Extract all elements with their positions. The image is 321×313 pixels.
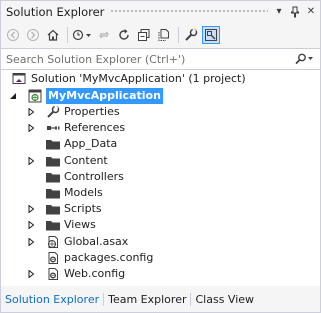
title-bar: Solution Explorer ▾ ✕	[1, 1, 320, 22]
pin-icon[interactable]	[288, 4, 302, 20]
expand-arrow-icon[interactable]	[26, 104, 36, 120]
tree-item[interactable]: Content	[1, 153, 320, 169]
tab-team-explorer[interactable]: Team Explorer	[104, 291, 190, 308]
tree-item[interactable]: Properties	[1, 104, 320, 120]
wrench-icon	[45, 104, 61, 120]
tree-item-label: Models	[64, 186, 103, 199]
tab-class-view[interactable]: Class View	[191, 291, 258, 308]
bottom-tab-strip: Solution Explorer Team Explorer Class Vi…	[1, 289, 320, 310]
collapse-all-button[interactable]	[135, 26, 153, 44]
folder-icon	[45, 169, 61, 185]
tree-item[interactable]: App_Data	[1, 136, 320, 152]
show-all-files-icon	[158, 29, 169, 41]
forward-button[interactable]	[24, 26, 42, 44]
tree-item-label: Content	[64, 153, 108, 167]
expand-arrow-icon[interactable]	[26, 234, 36, 250]
search-input[interactable]	[1, 49, 290, 69]
forward-icon	[27, 29, 39, 41]
global-asax-icon	[45, 234, 61, 250]
folder-icon	[45, 153, 61, 169]
back-button[interactable]	[4, 26, 22, 44]
tree-item[interactable]: Models	[1, 185, 320, 201]
tree-item-label: Properties	[64, 105, 120, 118]
search-options-button[interactable]	[290, 53, 320, 65]
collapse-arrow-icon[interactable]	[8, 88, 18, 104]
expand-arrow-icon[interactable]	[26, 201, 36, 217]
tree-row-solution[interactable]: Solution 'MyMvcApplication' (1 project)	[1, 71, 320, 87]
preview-icon	[205, 29, 217, 41]
history-icon	[72, 29, 91, 41]
toolbar	[1, 23, 320, 47]
sync-with-active-document-button[interactable]	[95, 26, 113, 44]
tree-item[interactable]: Controllers	[1, 169, 320, 185]
wrench-icon	[185, 28, 198, 41]
tree-item-label: Scripts	[64, 202, 102, 216]
expand-arrow-icon[interactable]	[26, 153, 36, 169]
tree-row-project[interactable]: MyMvcApplication	[1, 88, 320, 104]
search-icon	[295, 53, 313, 65]
tree-item-label: Controllers	[64, 169, 124, 183]
tree-item[interactable]: Web.config	[1, 266, 320, 282]
solution-icon	[11, 71, 27, 87]
refresh-button[interactable]	[115, 26, 133, 44]
toolbar-separator	[178, 27, 179, 43]
web-project-icon	[27, 88, 43, 104]
tree-item[interactable]: Scripts	[1, 201, 320, 217]
home-button[interactable]	[44, 26, 62, 44]
back-icon	[7, 29, 19, 41]
tree-item-label: App_Data	[64, 137, 118, 151]
close-icon[interactable]: ✕	[304, 4, 318, 20]
search-bar	[1, 48, 320, 70]
preview-selected-items-button[interactable]	[202, 26, 220, 44]
expand-arrow-icon[interactable]	[26, 266, 36, 282]
tree-item[interactable]: Views	[1, 217, 320, 233]
folder-icon	[45, 185, 61, 201]
references-icon	[45, 120, 61, 136]
tree-item-label: packages.config	[64, 250, 154, 264]
expand-arrow-icon[interactable]	[26, 120, 36, 136]
window-position-dropdown-icon[interactable]: ▾	[272, 4, 286, 20]
folder-icon	[45, 217, 61, 233]
tree-item[interactable]: packages.config	[1, 250, 320, 266]
tree-item-label: Web.config	[64, 267, 126, 280]
pending-changes-filter-button[interactable]	[71, 26, 93, 44]
show-all-files-button[interactable]	[155, 26, 173, 44]
title-grip[interactable]	[110, 9, 268, 14]
panel-title: Solution Explorer	[6, 4, 105, 19]
solution-label: Solution 'MyMvcApplication' (1 project)	[31, 72, 246, 85]
properties-button[interactable]	[182, 26, 200, 44]
collapse-all-icon	[138, 29, 150, 41]
toolbar-separator	[67, 27, 68, 43]
tree-item[interactable]: Global.asax	[1, 234, 320, 250]
home-icon	[47, 29, 59, 41]
tree-item[interactable]: References	[1, 120, 320, 136]
solution-explorer-panel: Solution Explorer ▾ ✕ Search Solution Ex…	[0, 0, 321, 313]
expand-arrow-icon[interactable]	[26, 217, 36, 233]
project-label: MyMvcApplication	[46, 88, 163, 104]
refresh-icon	[119, 29, 129, 40]
tree-item-label: Views	[64, 218, 96, 232]
tab-solution-explorer[interactable]: Solution Explorer	[1, 291, 103, 308]
folder-icon	[45, 201, 61, 217]
tree-item-label: References	[64, 121, 126, 135]
solution-tree: Solution 'MyMvcApplication' (1 project) …	[1, 70, 320, 286]
sync-icon	[98, 31, 110, 39]
config-icon	[45, 266, 61, 282]
config-icon	[45, 250, 61, 266]
folder-icon	[45, 136, 61, 152]
tree-item-label: Global.asax	[64, 234, 129, 248]
